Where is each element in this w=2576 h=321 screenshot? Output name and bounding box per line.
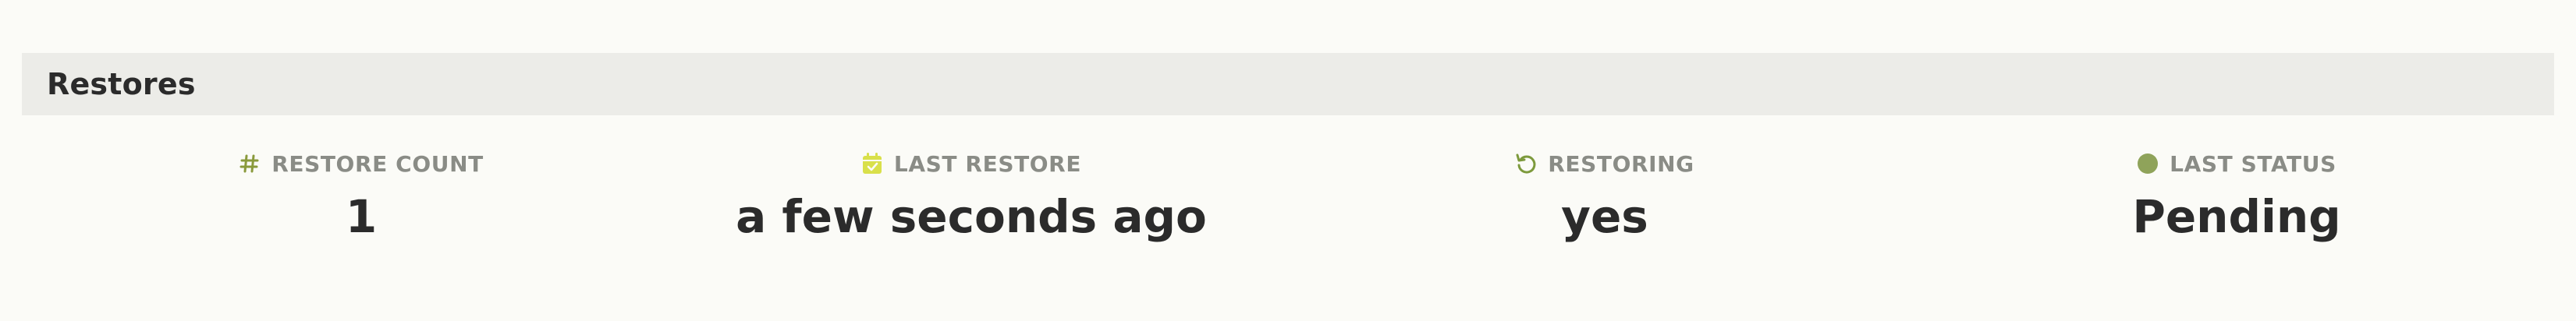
stat-restore-count: RESTORE COUNT 1 (49, 148, 673, 246)
stat-last-status: LAST STATUS Pending (1925, 148, 2549, 246)
panel-title: Restores (47, 67, 196, 101)
stat-label: LAST RESTORE (893, 150, 1082, 177)
restore-arrow-icon (1515, 153, 1537, 175)
hash-icon (239, 153, 261, 175)
stat-value: a few seconds ago (736, 190, 1207, 243)
stat-label: RESTORING (1548, 150, 1694, 177)
stat-label: RESTORE COUNT (271, 150, 484, 177)
stat-restoring: RESTORING yes (1293, 148, 1917, 246)
stat-value: yes (1561, 190, 1648, 243)
restore-stats: RESTORE COUNT 1 LAST RESTORE a few secon… (22, 148, 2554, 265)
stat-last-restore: LAST RESTORE a few seconds ago (659, 148, 1283, 246)
stat-value: Pending (2132, 190, 2341, 243)
stat-value: 1 (345, 190, 378, 243)
status-dot-icon (2137, 153, 2159, 175)
calendar-check-icon (861, 153, 883, 175)
restores-panel-header: Restores (22, 53, 2554, 115)
stat-label: LAST STATUS (2170, 150, 2336, 177)
